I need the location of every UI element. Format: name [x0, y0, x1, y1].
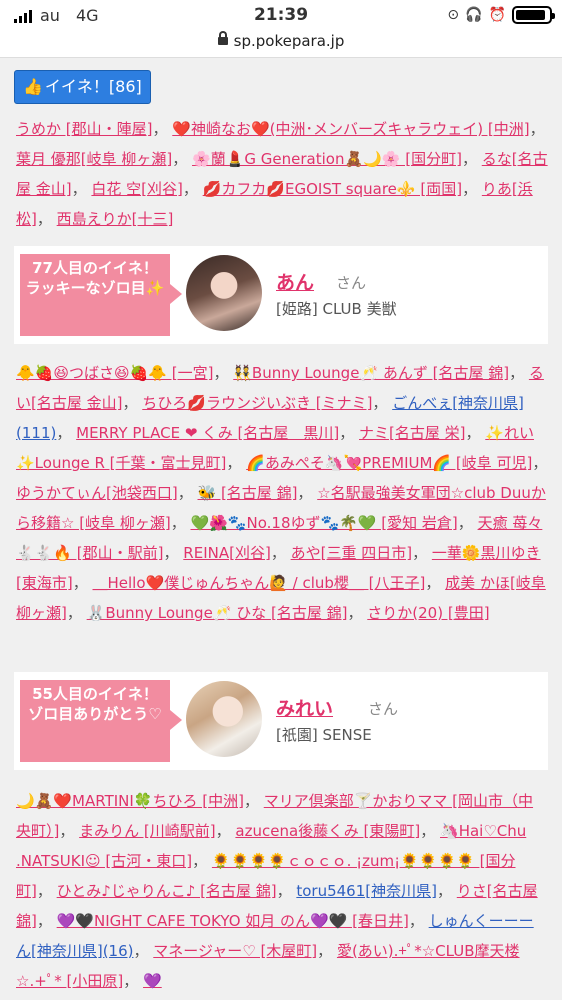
alarm-icon: ⏰	[488, 7, 506, 23]
like-button-label: イイネ！[86]	[44, 77, 142, 96]
battery-fill	[516, 10, 545, 20]
status-right: ⊙ 🎧 ⏰	[447, 6, 555, 24]
liker-link[interactable]: あや[三重 四日市]	[291, 544, 412, 562]
separator: ，	[457, 514, 478, 532]
liker-link[interactable]: うめか [郡山・陣屋]	[16, 120, 152, 138]
liker-link[interactable]: まみりん [川崎駅前]	[79, 822, 215, 840]
separator: ，	[172, 150, 193, 168]
separator: ，	[420, 822, 441, 840]
liker-link[interactable]: 🐰Bunny Lounge🥂 ひな [名古屋 錦]	[87, 604, 348, 622]
separator: ，	[408, 912, 429, 930]
separator: ，	[215, 822, 236, 840]
separator: ，	[465, 424, 486, 442]
separator: ，	[59, 822, 80, 840]
liker-list-2: 🐥🍓😆つばさ😆🍓🐥 [一宮]， 👯Bunny Lounge🥂 あんず [名古屋 …	[16, 358, 548, 628]
separator: ，	[317, 942, 337, 960]
liker-link[interactable]: 🐥🍓😆つばさ😆🍓🐥 [一宮]	[16, 364, 213, 382]
liker-list-1: うめか [郡山・陣屋]， ❤️神崎なお❤️(中洲･メンバーズキャラウェイ) [中…	[16, 114, 548, 234]
liker-link[interactable]: マネージャー♡ [木屋町]	[153, 942, 317, 960]
page-content: 👍 イイネ！[86] うめか [郡山・陣屋]， ❤️神崎なお❤️(中洲･メンバーズ…	[0, 58, 562, 1000]
separator: ，	[163, 544, 184, 562]
thumbs-up-icon: 👍	[23, 77, 43, 96]
liker-link[interactable]: ゆうかてぃん[池袋西口]	[16, 484, 178, 502]
separator: ，	[36, 912, 57, 930]
separator: ，	[56, 424, 77, 442]
separator: ，	[123, 972, 144, 990]
liker-link[interactable]: ❤️神崎なお❤️(中洲･メンバーズキャラウェイ) [中洲]	[172, 120, 529, 138]
honorific: さん	[368, 700, 399, 718]
store-label: [祇園] SENSE	[276, 726, 372, 744]
milestone-badge: 77人目のイイネ！ ラッキーなゾロ目✨	[20, 254, 182, 336]
separator: ，	[152, 120, 173, 138]
liker-link[interactable]: ＿Hello❤️僕じゅんちゃん🙋 / club櫻＿ [八王子]	[93, 574, 426, 592]
liker-link[interactable]: ひとみ♪じゃりんこ♪ [名古屋 錦]	[57, 882, 277, 900]
separator: ，	[177, 484, 198, 502]
separator: ，	[213, 364, 234, 382]
separator: ，	[372, 394, 393, 412]
separator: ，	[170, 514, 191, 532]
avatar[interactable]	[186, 255, 262, 331]
separator: ，	[243, 792, 264, 810]
liker-link[interactable]: 💜	[143, 972, 162, 990]
separator: ，	[226, 454, 247, 472]
liker-link[interactable]: 葉月 優那[岐阜 柳ヶ瀬]	[16, 150, 172, 168]
liker-link[interactable]: 🐝 [名古屋 錦]	[198, 484, 298, 502]
liker-link[interactable]: 💜🖤NIGHT CAFE TOKYO 如月 のん💜🖤 [春日井]	[57, 912, 409, 930]
orientation-lock-icon: ⊙	[447, 7, 460, 23]
liker-list-3: 🌙🧸❤️MARTINI🍀ちひろ [中洲]， マリア倶楽部🍸かおりママ [岡山市（…	[16, 786, 548, 996]
liker-name[interactable]: みれい	[276, 694, 333, 721]
liker-link[interactable]: toru5461[神奈川県]	[296, 882, 437, 900]
separator: ，	[412, 544, 432, 562]
liker-link[interactable]: 🌸蘭💄G Generation🧸🌙🌸 [国分町]	[192, 150, 462, 168]
liker-link[interactable]: MERRY PLACE ❤︎ くみ [名古屋 黒川]	[76, 424, 339, 442]
liker-link[interactable]: 白花 空[刈谷]	[91, 180, 182, 198]
separator: ，	[270, 544, 291, 562]
separator: ，	[72, 574, 93, 592]
separator: ，	[71, 180, 92, 198]
separator: ，	[192, 852, 212, 870]
separator: ，	[122, 394, 143, 412]
separator: ，	[339, 424, 360, 442]
separator: ，	[425, 574, 446, 592]
lock-icon	[217, 31, 228, 45]
separator: ，	[461, 150, 482, 168]
separator: ，	[462, 180, 482, 198]
separator: ，	[529, 120, 545, 138]
separator: ，	[509, 364, 529, 382]
liker-link[interactable]: 👯Bunny Lounge🥂 あんず [名古屋 錦]	[233, 364, 509, 382]
headphones-icon: 🎧	[465, 7, 483, 23]
milestone-card-2[interactable]: 55人目のイイネ！ ゾロ目ありがとう♡ みれい さん [祇園] SENSE	[14, 672, 548, 770]
separator: ，	[133, 942, 154, 960]
separator: ，	[532, 454, 548, 472]
like-button[interactable]: 👍 イイネ！[86]	[14, 70, 151, 104]
separator: ，	[182, 180, 203, 198]
separator: ，	[436, 882, 457, 900]
separator: ，	[36, 882, 57, 900]
url-bar[interactable]: sp.pokepara.jp	[0, 30, 562, 58]
liker-link[interactable]: 💚🌺🐾No.18ゆず🐾🌴💚 [愛知 岩倉]	[190, 514, 457, 532]
status-bar: au 4G 21:39 ⊙ 🎧 ⏰	[0, 0, 562, 30]
separator: ，	[66, 604, 87, 622]
milestone-card-1[interactable]: 77人目のイイネ！ ラッキーなゾロ目✨ あん さん [姫路] CLUB 美獣	[14, 246, 548, 344]
liker-link[interactable]: 💋カフカ💋EGOIST square⚜️ [両国]	[203, 180, 462, 198]
separator: ，	[276, 882, 297, 900]
liker-link[interactable]: 🌙🧸❤️MARTINI🍀ちひろ [中洲]	[16, 792, 244, 810]
avatar[interactable]	[186, 681, 262, 757]
liker-name[interactable]: あん	[276, 268, 314, 295]
liker-link[interactable]: azucena後藤くみ [東陽町]	[235, 822, 420, 840]
liker-link[interactable]: REINA[刈谷]	[183, 544, 271, 562]
separator: ，	[347, 604, 368, 622]
url-text: sp.pokepara.jp	[233, 32, 345, 50]
liker-link[interactable]: さりか(20) [豊田]	[367, 604, 489, 622]
milestone-badge: 55人目のイイネ！ ゾロ目ありがとう♡	[20, 680, 182, 762]
liker-link[interactable]: ちひろ💋ラウンジいぶき [ミナミ]	[142, 394, 372, 412]
battery-icon	[512, 6, 555, 24]
separator: ，	[297, 484, 318, 502]
liker-link[interactable]: ナミ[名古屋 栄]	[359, 424, 465, 442]
liker-link[interactable]: 西島えりか[十三]	[57, 210, 174, 228]
separator: ，	[36, 210, 57, 228]
store-label: [姫路] CLUB 美獣	[276, 300, 397, 318]
liker-link[interactable]: 🌈あみぺそ🦄💘PREMIUM🌈 [岐阜 可児]	[246, 454, 532, 472]
honorific: さん	[336, 274, 367, 292]
